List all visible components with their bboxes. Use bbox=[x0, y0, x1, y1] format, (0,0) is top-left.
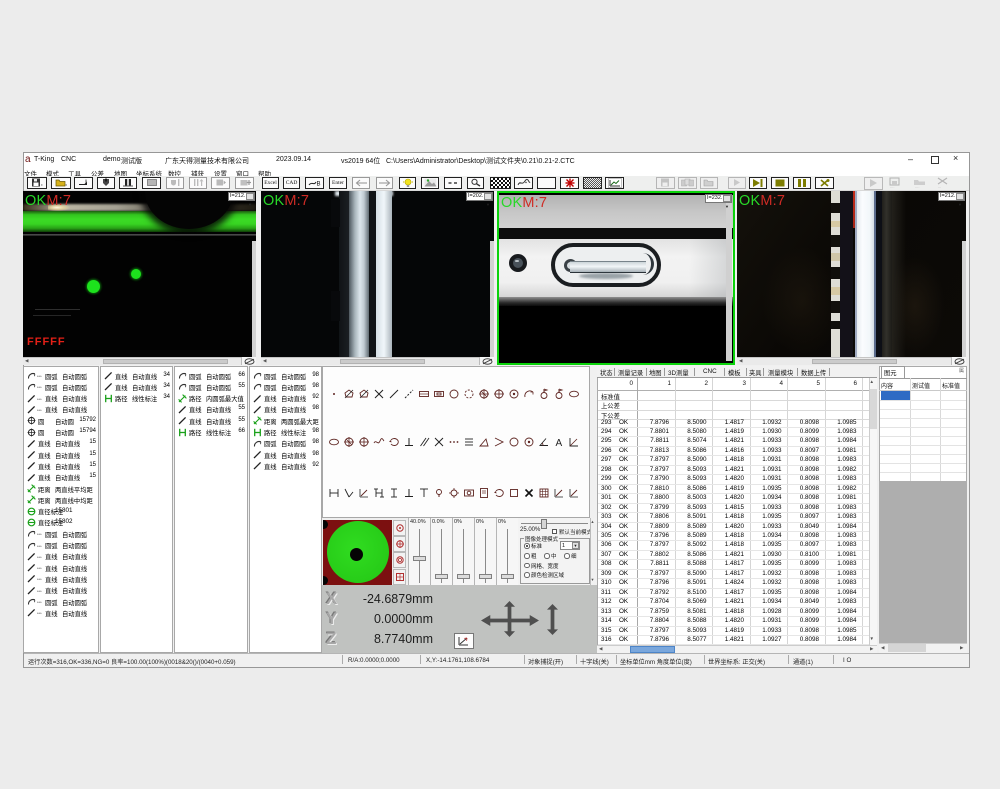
svg-text:....: .... bbox=[890, 184, 894, 188]
svg-text:B: B bbox=[316, 182, 320, 188]
svg-text:...: ... bbox=[938, 184, 941, 188]
svg-text:....: .... bbox=[915, 184, 919, 188]
svg-text:A: A bbox=[556, 438, 563, 448]
